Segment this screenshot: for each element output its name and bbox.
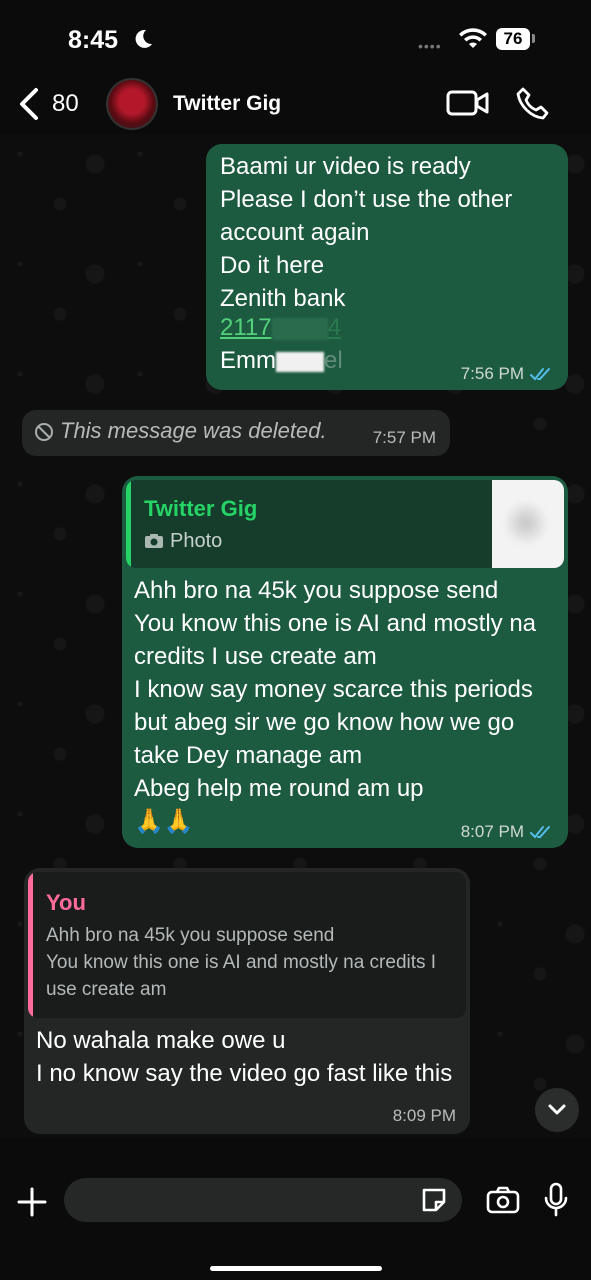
message-input-bar — [0, 1138, 591, 1280]
quote-accent-bar — [28, 872, 33, 1018]
chevron-down-icon — [548, 1104, 566, 1115]
quoted-text-reply[interactable]: You Ahh bro na 45k you suppose send You … — [28, 872, 466, 1018]
camera-icon[interactable] — [486, 1186, 520, 1214]
account-number-tail: 4 — [327, 314, 341, 341]
camera-small-icon — [145, 534, 163, 548]
voice-call-icon[interactable] — [515, 86, 551, 122]
account-name: Emm el — [220, 347, 343, 375]
account-name-tail: el — [324, 347, 343, 374]
microphone-icon[interactable] — [543, 1182, 569, 1218]
message-meta: 8:07 PM — [461, 822, 554, 842]
account-number-visible: 2117 — [220, 314, 272, 341]
message-time: 7:57 PM — [372, 428, 436, 447]
read-receipt-icon — [530, 368, 550, 381]
attach-plus-icon[interactable] — [16, 1186, 48, 1218]
cellular-signal-icon: •••• — [418, 38, 442, 54]
chat-header: 80 Twitter Gig — [0, 74, 591, 134]
message-text: Ahh bro na 45k you suppose send You know… — [134, 577, 537, 835]
quoted-photo-reply[interactable]: Twitter Gig Photo — [126, 480, 564, 568]
message-time: 8:09 PM — [392, 1106, 456, 1125]
sticker-icon[interactable] — [420, 1186, 448, 1214]
quote-author: You — [46, 890, 86, 915]
message-meta: 7:56 PM — [461, 364, 554, 384]
message-input[interactable] — [64, 1178, 462, 1222]
message-text: Baami ur video is ready Please I don’t u… — [220, 153, 513, 312]
redaction-blur — [271, 317, 328, 340]
contact-name[interactable]: Twitter Gig — [173, 92, 281, 116]
battery-level: 76 — [496, 28, 530, 50]
message-text: No wahala make owe u I no know say the v… — [36, 1027, 453, 1087]
contact-avatar[interactable] — [106, 78, 158, 130]
incoming-message-bubble[interactable]: You Ahh bro na 45k you suppose send You … — [24, 868, 470, 1134]
status-bar: 8:45 •••• 76 — [0, 0, 591, 80]
message-time: 7:56 PM — [460, 364, 524, 383]
quote-media-type: Photo — [170, 530, 223, 552]
account-name-visible: Emm — [220, 347, 276, 374]
quote-accent-bar — [126, 480, 131, 568]
wifi-icon — [459, 28, 487, 48]
redaction-blur — [276, 351, 324, 372]
quote-author: Twitter Gig — [144, 496, 258, 521]
quote-text: Ahh bro na 45k you suppose send You know… — [46, 925, 437, 1000]
message-time: 8:07 PM — [460, 822, 524, 841]
deleted-message-text: This message was deleted. — [60, 418, 327, 443]
outgoing-message-bubble[interactable]: Twitter Gig Photo Ahh bro na 45k you sup… — [122, 476, 568, 848]
do-not-disturb-moon-icon — [135, 29, 152, 48]
video-call-icon[interactable] — [446, 88, 490, 118]
account-number-link[interactable]: 2117 4 — [220, 314, 341, 342]
back-chevron-icon[interactable] — [16, 86, 42, 122]
home-indicator — [210, 1266, 382, 1271]
outgoing-message-bubble[interactable]: Baami ur video is ready Please I don’t u… — [206, 144, 568, 390]
deleted-prohibited-icon — [35, 423, 53, 441]
deleted-message-bubble[interactable]: This message was deleted. 7:57 PM — [22, 410, 450, 456]
unread-chats-count[interactable]: 80 — [52, 90, 79, 118]
scroll-to-bottom-button[interactable] — [535, 1088, 579, 1132]
status-time: 8:45 — [68, 26, 119, 54]
battery-tip — [532, 34, 535, 43]
quoted-photo-thumbnail — [492, 480, 564, 568]
read-receipt-icon — [530, 826, 550, 839]
